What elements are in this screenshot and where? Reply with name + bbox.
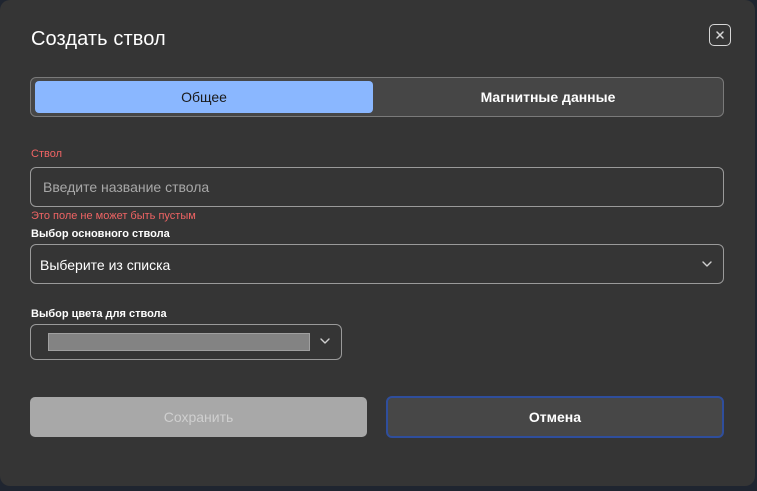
close-icon (716, 31, 724, 39)
tab-general[interactable]: Общее (35, 81, 373, 113)
color-select[interactable] (30, 324, 342, 360)
tab-magnetic-data[interactable]: Магнитные данные (375, 81, 721, 113)
main-trunk-label: Выбор основного ствола (31, 228, 170, 240)
create-trunk-dialog: Создать ствол Общее Магнитные данные Ств… (0, 0, 755, 486)
trunk-field-error: Это поле не может быть пустым (31, 210, 196, 222)
trunk-name-field (30, 167, 724, 207)
main-trunk-select[interactable]: Выберите из списка (30, 244, 724, 284)
trunk-field-label: Ствол (31, 148, 62, 160)
dialog-title: Создать ствол (31, 28, 166, 50)
chevron-down-icon (320, 338, 330, 344)
chevron-down-icon (702, 261, 712, 267)
tab-bar: Общее Магнитные данные (30, 77, 724, 117)
color-swatch (48, 333, 310, 351)
color-select-label: Выбор цвета для ствола (31, 308, 167, 320)
save-button[interactable]: Сохранить (30, 397, 367, 437)
main-trunk-selected-value: Выберите из списка (40, 257, 171, 273)
trunk-name-input[interactable] (43, 168, 703, 206)
close-button[interactable] (709, 24, 731, 46)
cancel-button[interactable]: Отмена (386, 396, 724, 438)
